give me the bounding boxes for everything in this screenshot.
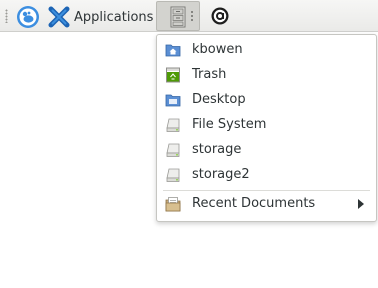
menu-item-file-system[interactable]: File System (157, 113, 376, 137)
menu-item-home[interactable]: kbowen (157, 38, 376, 62)
drive-icon (166, 118, 180, 132)
menu-item-label: kbowen (192, 42, 243, 57)
menu-item-label: Recent Documents (192, 196, 316, 211)
desktop-folder-icon (165, 94, 181, 107)
trash-icon (166, 67, 180, 83)
applications-label: Applications (74, 9, 154, 25)
menu-item-storage[interactable]: storage (157, 138, 376, 162)
recent-documents-icon (165, 197, 181, 212)
panel-handle[interactable] (5, 9, 8, 23)
menu-separator (163, 190, 370, 191)
top-panel: Applications (0, 0, 378, 32)
applications-menu-button[interactable]: Applications (48, 5, 153, 29)
drive-icon (166, 143, 180, 157)
menu-item-label: storage (192, 142, 242, 157)
menu-item-label: File System (192, 117, 267, 132)
whisker-menu-button[interactable] (16, 5, 40, 29)
file-cabinet-icon (170, 6, 186, 28)
separator-icon (191, 11, 193, 21)
menu-item-storage2[interactable]: storage2 (157, 163, 376, 187)
places-menu: kbowen Trash Desktop File System storage… (156, 34, 377, 222)
menu-item-label: storage2 (192, 167, 250, 182)
drive-icon (166, 168, 180, 182)
menu-item-label: Desktop (192, 92, 246, 107)
places-button[interactable] (156, 1, 200, 31)
menu-item-trash[interactable]: Trash (157, 63, 376, 87)
menu-item-recent-documents[interactable]: Recent Documents (157, 192, 376, 216)
menu-item-desktop[interactable]: Desktop (157, 88, 376, 112)
accessibility-button[interactable] (211, 7, 229, 25)
submenu-arrow-icon (358, 199, 364, 209)
accessibility-icon (211, 7, 229, 25)
menu-item-label: Trash (192, 67, 227, 82)
xfce-x-icon (48, 6, 70, 28)
home-folder-icon (165, 44, 181, 57)
xfce-mouse-icon (17, 6, 39, 28)
